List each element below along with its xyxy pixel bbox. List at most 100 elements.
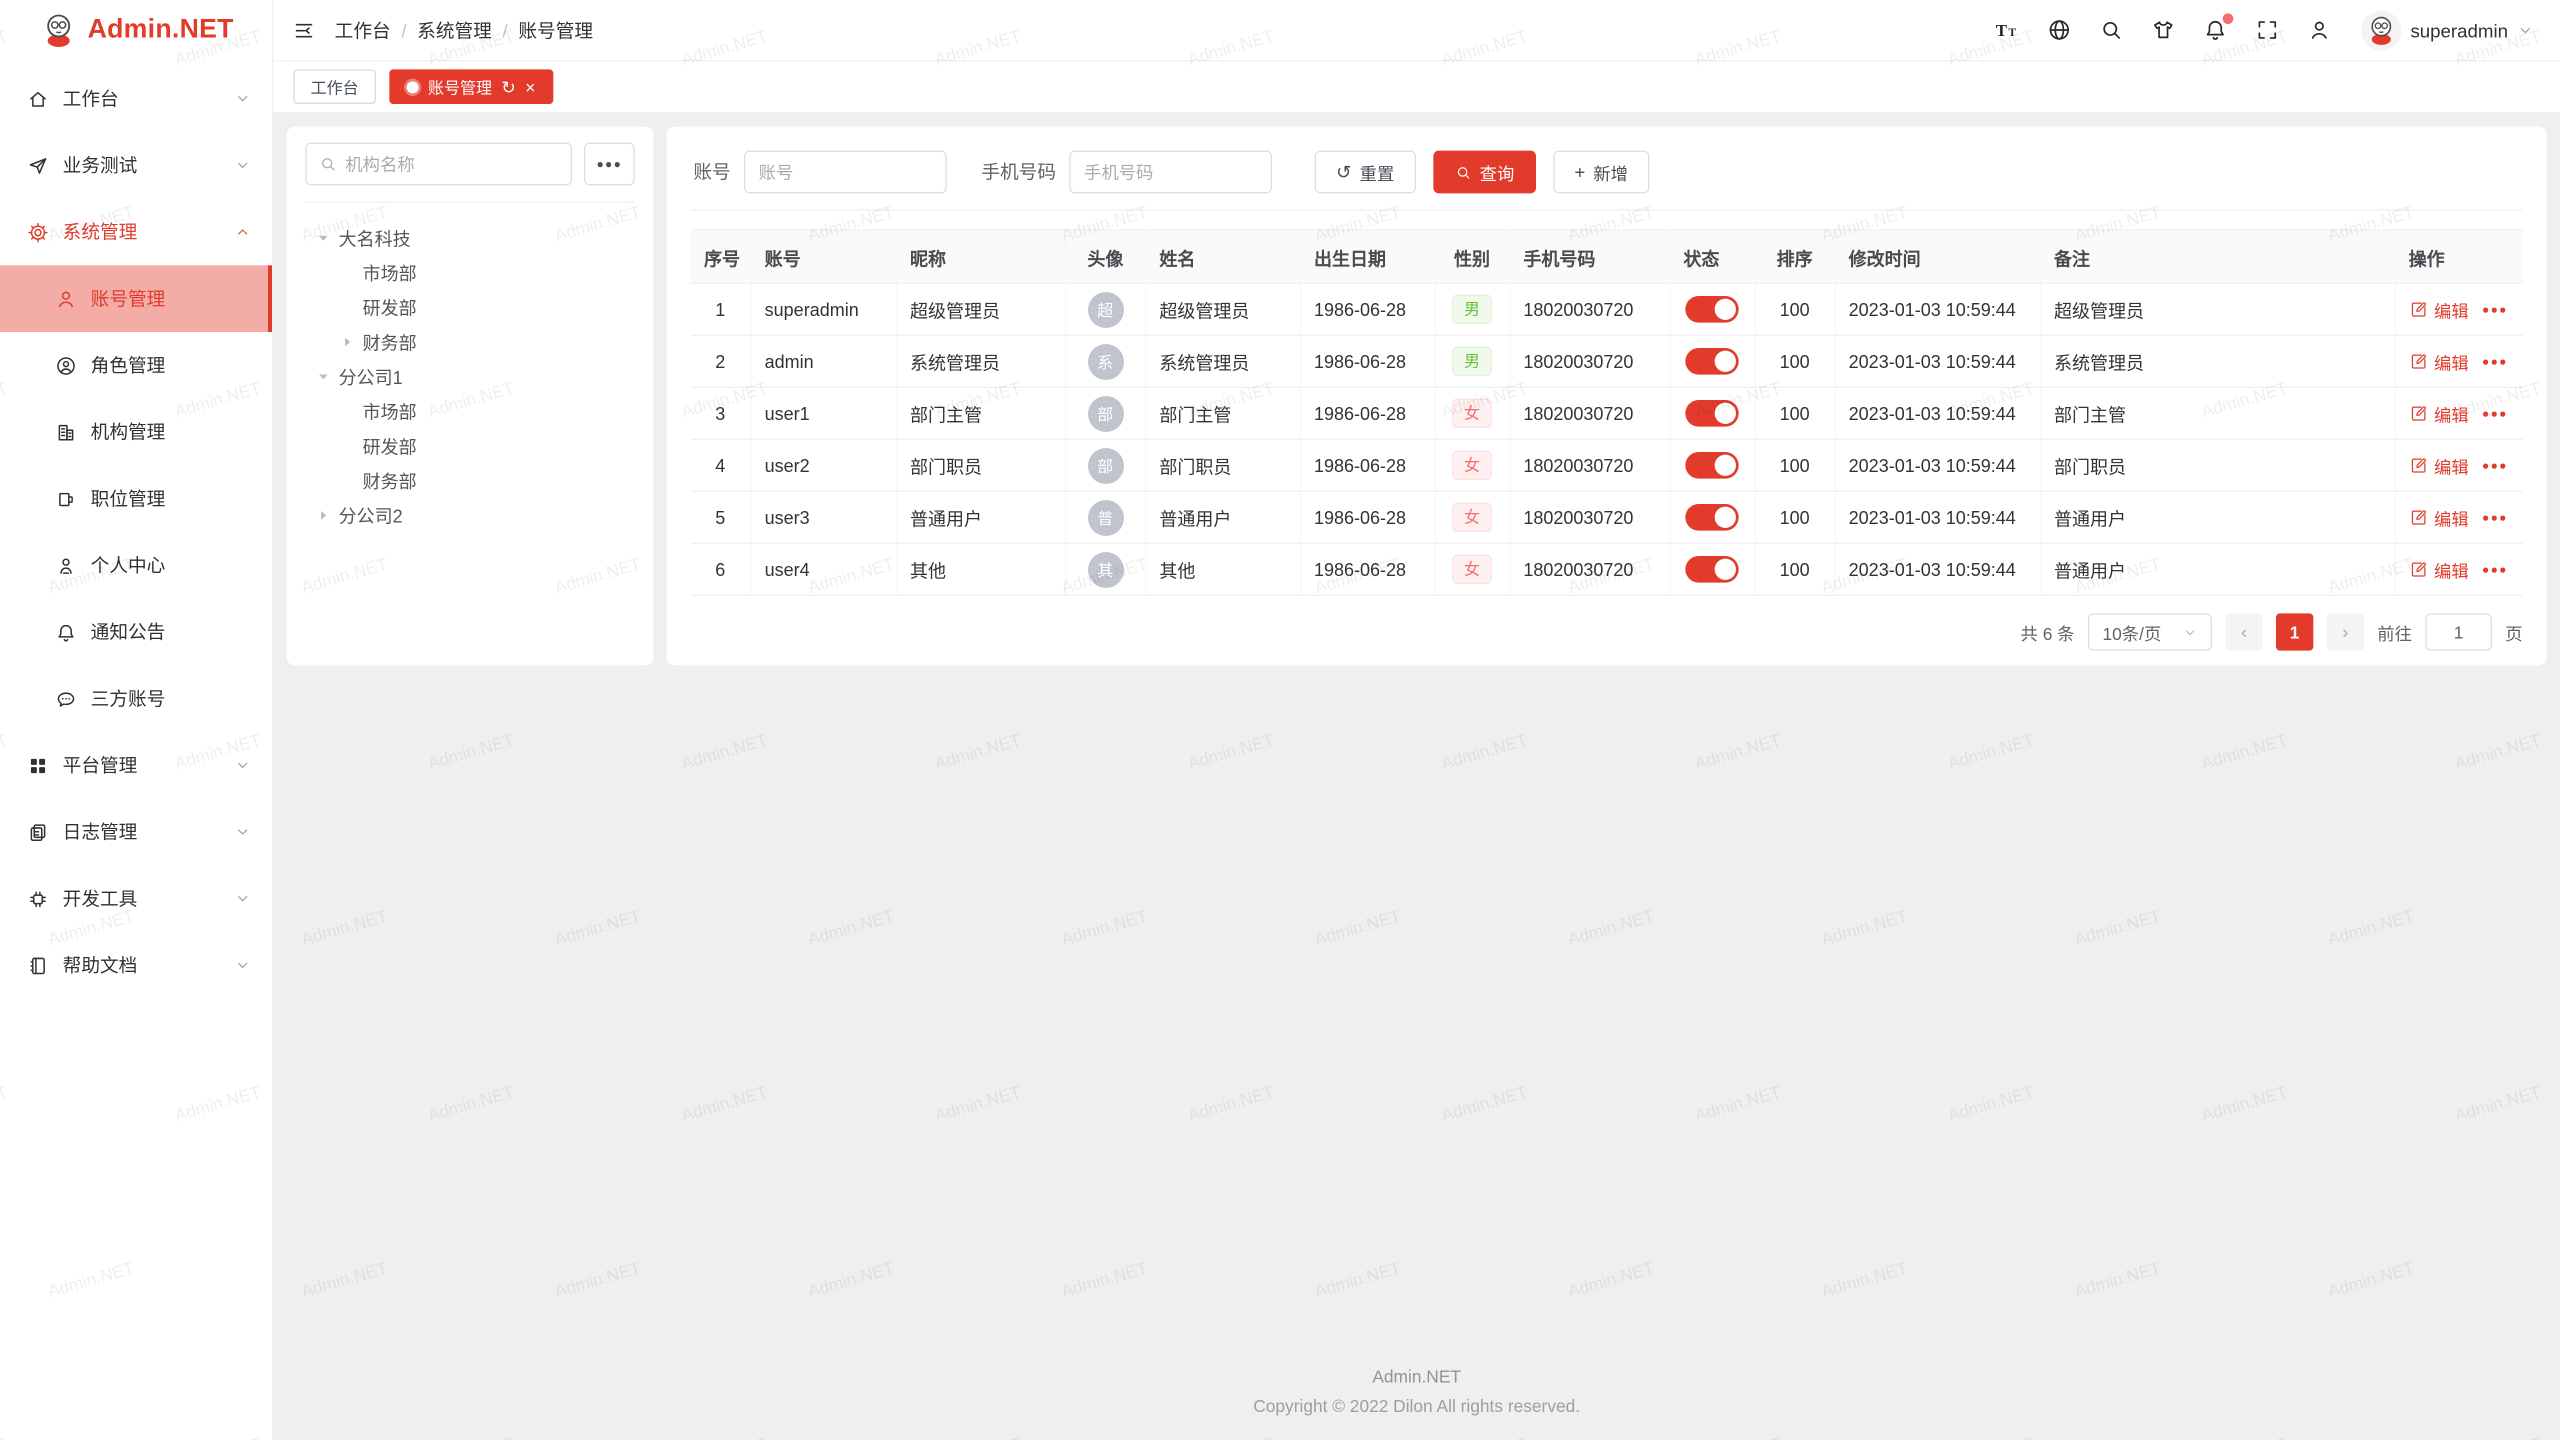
edit-button[interactable]: 编辑 <box>2434 349 2469 374</box>
status-toggle[interactable] <box>1685 348 1738 375</box>
sidebar-item-thirdparty[interactable]: 三方账号 <box>0 665 272 732</box>
column-header[interactable]: 出生日期 <box>1300 230 1435 283</box>
fullscreen[interactable] <box>2254 17 2279 42</box>
tree-caret-icon <box>316 369 331 384</box>
edit-icon[interactable] <box>2409 352 2428 371</box>
table-row: 1 superadmin 超级管理员 超 超级管理员 1986-06-28 男 … <box>691 283 2523 335</box>
org-search-input[interactable] <box>305 143 572 186</box>
more-actions-icon[interactable]: ●●● <box>2482 355 2508 368</box>
more-actions-icon[interactable]: ●●● <box>2482 563 2508 576</box>
tree-node[interactable]: 研发部 <box>305 289 634 324</box>
sidebar-item-help[interactable]: 帮助文档 <box>0 932 272 999</box>
sidebar-item-biz-test[interactable]: 业务测试 <box>0 132 272 199</box>
theme[interactable] <box>2150 17 2175 42</box>
sidebar-item-accounts[interactable]: 账号管理 <box>0 265 272 332</box>
cell-account: admin <box>751 335 896 387</box>
sidebar-item-label: 系统管理 <box>63 219 235 246</box>
status-toggle[interactable] <box>1685 452 1738 479</box>
chat-icon <box>55 687 78 710</box>
status-toggle[interactable] <box>1685 400 1738 427</box>
profile[interactable] <box>2306 17 2331 42</box>
next-page-button[interactable]: › <box>2327 613 2364 650</box>
more-actions-icon[interactable]: ●●● <box>2482 459 2508 472</box>
column-header[interactable]: 姓名 <box>1145 230 1300 283</box>
status-toggle[interactable] <box>1685 296 1738 323</box>
sidebar-item-orgs[interactable]: 机构管理 <box>0 399 272 466</box>
tree-node[interactable]: 财务部 <box>305 463 634 498</box>
search-button[interactable]: 查询 <box>1433 151 1536 194</box>
breadcrumb-item[interactable]: 系统管理 / <box>417 17 518 44</box>
tree-node[interactable]: 市场部 <box>305 393 634 428</box>
goto-page-input[interactable] <box>2425 613 2492 650</box>
status-toggle[interactable] <box>1685 556 1738 583</box>
breadcrumb-item[interactable]: 账号管理 / <box>518 17 593 44</box>
collapse-sidebar-icon[interactable] <box>292 18 316 42</box>
tree-node[interactable]: 大名科技 <box>305 220 634 255</box>
tree-more-button[interactable]: ●●● <box>584 143 635 186</box>
user-menu[interactable]: superadmin <box>2361 10 2533 50</box>
sidebar-item-devtools[interactable]: 开发工具 <box>0 865 272 932</box>
edit-button[interactable]: 编辑 <box>2434 557 2469 582</box>
page-size-select[interactable]: 10条/页 <box>2088 613 2212 650</box>
cell-remark: 普通用户 <box>2040 543 2395 595</box>
column-header[interactable]: 排序 <box>1755 230 1835 283</box>
sidebar-item-notices[interactable]: 通知公告 <box>0 599 272 666</box>
edit-icon[interactable] <box>2409 560 2428 579</box>
cell-fullname: 其他 <box>1145 543 1300 595</box>
edit-icon[interactable] <box>2409 404 2428 423</box>
edit-button[interactable]: 编辑 <box>2434 401 2469 426</box>
edit-icon[interactable] <box>2409 300 2428 319</box>
tab-close-icon[interactable]: × <box>525 78 535 95</box>
breadcrumb-item[interactable]: 工作台 / <box>335 17 418 44</box>
edit-icon[interactable] <box>2409 508 2428 527</box>
edit-button[interactable]: 编辑 <box>2434 505 2469 530</box>
cell-fullname: 系统管理员 <box>1145 335 1300 387</box>
more-actions-icon[interactable]: ●●● <box>2482 407 2508 420</box>
column-header[interactable]: 状态 <box>1669 230 1754 283</box>
sidebar-item-roles[interactable]: 角色管理 <box>0 332 272 399</box>
more-actions-icon[interactable]: ●●● <box>2482 303 2508 316</box>
edit-icon[interactable] <box>2409 456 2428 475</box>
tree-node[interactable]: 研发部 <box>305 428 634 463</box>
org-name-field[interactable] <box>345 154 558 174</box>
page-1-button[interactable]: 1 <box>2276 613 2313 650</box>
tab-refresh-icon[interactable]: ↻ <box>501 78 516 95</box>
edit-button[interactable]: 编辑 <box>2434 297 2469 322</box>
prev-page-button[interactable]: ‹ <box>2225 613 2262 650</box>
tree-node[interactable]: 分公司2 <box>305 497 634 532</box>
sidebar-item-profile[interactable]: 个人中心 <box>0 532 272 599</box>
notification[interactable] <box>2202 17 2227 42</box>
status-toggle[interactable] <box>1685 504 1738 531</box>
cell-order: 100 <box>1755 439 1835 491</box>
search[interactable] <box>2098 17 2123 42</box>
column-header[interactable]: 头像 <box>1065 230 1145 283</box>
column-header[interactable]: 备注 <box>2040 230 2395 283</box>
font-size[interactable] <box>1994 17 2019 42</box>
sidebar-item-positions[interactable]: 职位管理 <box>0 465 272 532</box>
language[interactable] <box>2046 17 2071 42</box>
column-header[interactable]: 修改时间 <box>1835 230 2040 283</box>
column-header[interactable]: 昵称 <box>896 230 1065 283</box>
refresh-icon: ↺ <box>1336 163 1352 182</box>
column-header[interactable]: 手机号码 <box>1509 230 1669 283</box>
more-actions-icon[interactable]: ●●● <box>2482 511 2508 524</box>
add-button[interactable]: + 新增 <box>1553 151 1649 194</box>
column-header[interactable]: 序号 <box>691 230 751 283</box>
column-header[interactable]: 操作 <box>2395 230 2523 283</box>
tree-node[interactable]: 分公司1 <box>305 359 634 394</box>
tab-account-management[interactable]: 账号管理 ↻ × <box>389 69 552 104</box>
reset-button[interactable]: ↺ 重置 <box>1315 151 1416 194</box>
sidebar-item-platform[interactable]: 平台管理 <box>0 732 272 799</box>
sidebar-item-system[interactable]: 系统管理 <box>0 199 272 266</box>
tree-node[interactable]: 市场部 <box>305 255 634 290</box>
cell-birthdate: 1986-06-28 <box>1300 439 1435 491</box>
phone-filter-input[interactable] <box>1069 151 1272 194</box>
column-header[interactable]: 账号 <box>751 230 896 283</box>
sidebar-item-logs[interactable]: 日志管理 <box>0 799 272 866</box>
tab-workbench[interactable]: 工作台 <box>293 69 376 104</box>
sidebar-item-workbench[interactable]: 工作台 <box>0 65 272 132</box>
edit-button[interactable]: 编辑 <box>2434 453 2469 478</box>
account-filter-input[interactable] <box>744 151 947 194</box>
column-header[interactable]: 性别 <box>1435 230 1510 283</box>
tree-node[interactable]: 财务部 <box>305 324 634 359</box>
